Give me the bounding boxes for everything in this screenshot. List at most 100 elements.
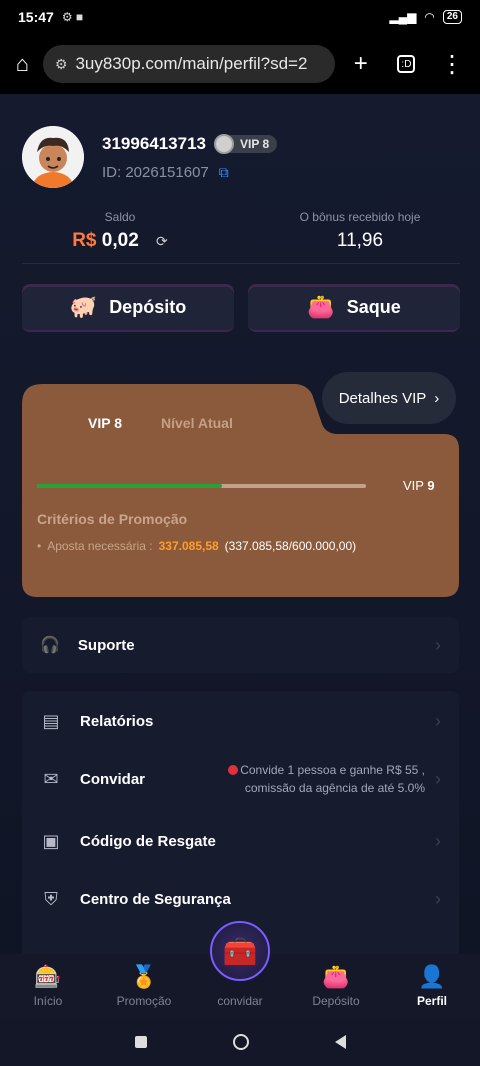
vip-current-tab[interactable]: VIP 8 (88, 415, 122, 431)
treasure-chest-button[interactable]: 🧰 (210, 921, 270, 981)
menu-item-reports[interactable]: ▤ Relatórios › (22, 701, 459, 741)
refresh-icon[interactable]: ⟳ (156, 233, 168, 249)
vip-details-button[interactable]: Detalhes VIP › (322, 372, 456, 424)
invite-note-line1: Convide 1 pessoa e ganhe R$ 55 , (240, 763, 425, 777)
bonus-value: 11,96 (336, 230, 384, 251)
piggy-bank-icon: 🐖 (69, 294, 98, 319)
avatar-illustration (22, 126, 84, 188)
url-text: 3uy830p.com/main/perfil?sd=2 (75, 54, 308, 73)
vip-card: VIP 8 Nível Atual Detalhes VIP › VIP 9 C… (22, 372, 459, 597)
user-phone: 31996413713 (102, 133, 207, 153)
avatar[interactable] (22, 126, 84, 188)
support-label: Suporte (77, 636, 135, 654)
bet-value: 337.085,58 (158, 539, 219, 553)
divider (22, 263, 460, 264)
invite-note-line2: comissão da agência de até 5.0% (244, 781, 425, 795)
bet-total: (337.085,58/600.000,00) (224, 539, 357, 553)
status-right: ▂▄▆ ◠ 26 (389, 10, 462, 24)
chevron-right-icon: › (435, 710, 441, 731)
phone-row: 31996413713 VIP 8 (102, 133, 278, 154)
bonus-col: O bônus recebido hoje 11,96 (240, 210, 480, 252)
new-tab-button[interactable]: + (341, 44, 381, 84)
ticket-icon: ▣ (42, 830, 60, 851)
medal-icon: 🏅 (130, 964, 158, 989)
criteria-title: Critérios de Promoção (37, 511, 188, 527)
nav-promo-label: Promoção (116, 994, 172, 1008)
red-dot-icon (228, 765, 239, 775)
withdraw-label: Saque (346, 296, 401, 317)
balance-col: Saldo R$ 0,02 ⟳ (0, 210, 240, 252)
chevron-right-icon: › (435, 888, 441, 909)
nav-profile[interactable]: 👤 Perfil (384, 954, 480, 1018)
nav-deposit-label: Depósito (312, 994, 360, 1008)
vip-badge-label: VIP 8 (240, 136, 270, 151)
reports-icon: ▤ (42, 710, 60, 731)
balance-value: R$ 0,02 ⟳ (0, 230, 240, 252)
back-icon[interactable] (334, 1035, 346, 1049)
action-buttons: 🐖 Depósito 👛 Saque (22, 284, 460, 332)
menu-item-redeem[interactable]: ▣ Código de Resgate › (22, 821, 459, 861)
status-bar: 15:47 ⚙ ■ ▂▄▆ ◠ 26 (0, 0, 480, 34)
vip-next-level: VIP 9 (403, 478, 435, 493)
tabs-icon: :D (397, 55, 416, 73)
profile-header: 31996413713 VIP 8 ID: 2026151607 ⧉ (22, 126, 278, 188)
copy-icon[interactable]: ⧉ (219, 164, 229, 181)
reports-label: Relatórios (80, 712, 154, 730)
tab-switcher-button[interactable]: :D (387, 44, 427, 84)
person-icon: 👤 (418, 964, 446, 989)
signal-icon: ▂▄▆ (389, 10, 417, 24)
currency: R$ (72, 230, 97, 251)
redeem-label: Código de Resgate (80, 832, 216, 850)
chevron-right-icon: › (435, 830, 441, 851)
menu-item-invite[interactable]: ✉ Convidar Convide 1 pessoa e ganhe R$ 5… (22, 753, 459, 805)
system-nav (0, 1018, 480, 1066)
chevron-right-icon: › (435, 768, 441, 789)
id-row: ID: 2026151607 ⧉ (102, 164, 277, 181)
nav-home[interactable]: 🎰 Início (0, 954, 96, 1018)
wallet-icon: 👛 (307, 294, 335, 319)
nav-invite-label: convidar (217, 994, 263, 1008)
wifi-icon: ◠ (424, 10, 435, 24)
menu-group: ▤ Relatórios › ✉ Convidar Convide 1 pess… (22, 691, 459, 954)
home-button-icon[interactable] (232, 1034, 249, 1050)
security-label: Centro de Segurança (80, 890, 231, 908)
headset-icon: 🎧 (40, 637, 60, 654)
chevron-right-icon: › (435, 634, 441, 655)
invite-icon: ✉ (43, 768, 59, 789)
profile-page: 31996413713 VIP 8 ID: 2026151607 ⧉ Saldo… (0, 94, 480, 954)
withdraw-button[interactable]: 👛 Saque (248, 284, 460, 332)
site-settings-icon[interactable]: ⚙ (55, 56, 68, 73)
nav-promo[interactable]: 🏅 Promoção (96, 954, 192, 1018)
recent-apps-icon[interactable] (134, 1036, 147, 1048)
vip-level-label: Nível Atual (161, 415, 233, 431)
balance-section: Saldo R$ 0,02 ⟳ O bônus recebido hoje 11… (0, 210, 480, 252)
vip-coin-icon (214, 133, 235, 154)
vip-current-prefix: VIP (88, 415, 111, 431)
url-bar[interactable]: ⚙ 3uy830p.com/main/perfil?sd=2 (42, 45, 335, 83)
browser-menu-button[interactable]: ⋮ (432, 44, 472, 84)
balance-label: Saldo (104, 210, 136, 224)
notification-icons: ⚙ ■ (61, 10, 84, 24)
vip-next-prefix: VIP (403, 478, 424, 493)
deposit-button[interactable]: 🐖 Depósito (22, 284, 234, 332)
profile-info: 31996413713 VIP 8 ID: 2026151607 ⧉ (102, 133, 278, 181)
home-icon[interactable]: ⌂ (8, 48, 37, 80)
vip-progress-fill (37, 484, 223, 488)
user-id: ID: 2026151607 (102, 163, 209, 181)
menu-item-security[interactable]: ⛨ Centro de Segurança › (22, 879, 459, 919)
browser-toolbar: ⌂ ⚙ 3uy830p.com/main/perfil?sd=2 + :D ⋮ (0, 34, 480, 94)
shield-icon: ⛨ (44, 888, 58, 909)
vip-details-label: Detalhes VIP (338, 389, 427, 407)
vip-current-level: 8 (114, 415, 122, 431)
battery-icon: 26 (442, 10, 462, 24)
bonus-label: O bônus recebido hoje (299, 210, 421, 224)
invite-label: Convidar (80, 770, 146, 788)
chevron-right-icon: › (434, 389, 440, 407)
vip-progress-bar (37, 484, 366, 488)
menu-item-support[interactable]: 🎧 Suporte › (22, 617, 459, 673)
treasure-chest-icon: 🧰 (222, 935, 258, 967)
deposit-label: Depósito (109, 296, 187, 317)
vip-next-number: 9 (427, 478, 435, 493)
nav-deposit[interactable]: 👛 Depósito (288, 954, 384, 1018)
wallet-icon: 👛 (322, 964, 350, 989)
